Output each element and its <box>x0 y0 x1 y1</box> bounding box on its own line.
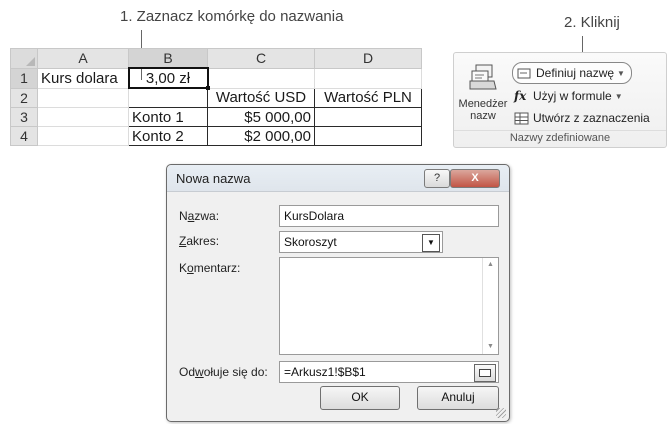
cell-b2[interactable] <box>128 87 208 108</box>
resize-grip-icon[interactable] <box>496 408 506 418</box>
cell-c2[interactable]: Wartość USD <box>207 87 315 108</box>
create-from-selection-label: Utwórz z zaznaczenia <box>533 111 650 125</box>
scope-select[interactable]: Skoroszyt ▼ <box>279 231 443 253</box>
ok-button[interactable]: OK <box>320 386 400 410</box>
cell-d4[interactable] <box>314 126 422 146</box>
collapse-dialog-icon[interactable] <box>474 364 496 382</box>
cell-b1-selected[interactable]: 3,00 zł <box>127 67 211 91</box>
cell-a1[interactable]: Kurs dolara <box>37 67 129 89</box>
scope-value: Skoroszyt <box>284 235 337 249</box>
cell-d1[interactable] <box>314 67 422 89</box>
cell-c1[interactable] <box>207 67 315 89</box>
column-header-d[interactable]: D <box>314 48 422 69</box>
grid-icon <box>514 112 529 124</box>
cell-a3[interactable] <box>37 107 129 127</box>
define-name-button[interactable]: Definiuj nazwę ▼ <box>512 62 632 84</box>
ribbon-group-defined-names: Menedżer nazw Definiuj nazwę ▼ fx Użyj w… <box>453 52 667 148</box>
comment-scrollbar[interactable]: ▲ ▼ <box>482 258 498 354</box>
chevron-down-icon[interactable]: ▼ <box>422 234 440 252</box>
use-in-formula-button[interactable]: fx Użyj w formule ▼ <box>514 87 623 105</box>
define-name-label: Definiuj nazwę <box>536 66 615 80</box>
cell-d3[interactable] <box>314 107 422 127</box>
scroll-up-icon[interactable]: ▲ <box>483 258 498 272</box>
cell-c3[interactable]: $5 000,00 <box>207 107 315 127</box>
ribbon-group-label: Nazwy zdefiniowane <box>454 130 666 147</box>
row-header-2[interactable]: 2 <box>10 87 38 108</box>
select-all-corner[interactable] <box>10 48 38 69</box>
refers-to-input[interactable]: =Arkusz1!$B$1 <box>279 361 499 383</box>
callout-step1: 1. Zaznacz komórkę do nazwania <box>120 8 344 25</box>
column-header-a[interactable]: A <box>37 48 129 69</box>
scope-label: Zakres: <box>179 234 220 248</box>
row-header-1[interactable]: 1 <box>10 67 38 89</box>
new-name-dialog: Nowa nazwa ? X Nazwa: KursDolara Zakres:… <box>166 164 510 422</box>
cell-a2[interactable] <box>37 87 129 108</box>
formula-icon: fx <box>514 88 527 103</box>
column-header-b[interactable]: B <box>128 48 208 69</box>
cell-d2[interactable]: Wartość PLN <box>314 87 422 108</box>
name-input[interactable]: KursDolara <box>279 205 499 227</box>
chevron-down-icon: ▼ <box>614 91 623 101</box>
cell-c4[interactable]: $2 000,00 <box>207 126 315 146</box>
scroll-down-icon[interactable]: ▼ <box>483 340 498 354</box>
comment-label: Komentarz: <box>179 261 241 275</box>
name-manager-label: Menedżer nazw <box>458 98 508 122</box>
spreadsheet: A B C D 1 Kurs dolara 3,00 zł 2 Wartość … <box>10 48 422 146</box>
refers-to-label: Odwołuje się do: <box>179 365 268 379</box>
cell-a4[interactable] <box>37 126 129 146</box>
help-button[interactable]: ? <box>424 169 450 188</box>
refers-to-value: =Arkusz1!$B$1 <box>284 365 366 379</box>
create-from-selection-button[interactable]: Utwórz z zaznaczenia <box>514 109 650 127</box>
define-name-icon <box>517 68 531 78</box>
cell-b4[interactable]: Konto 2 <box>128 126 208 146</box>
callout-step2: 2. Kliknij <box>564 14 620 31</box>
name-label: Nazwa: <box>179 209 220 223</box>
name-manager-icon <box>469 64 497 90</box>
cancel-button[interactable]: Anuluj <box>417 386 499 410</box>
dialog-title: Nowa nazwa <box>176 171 251 186</box>
column-header-c[interactable]: C <box>207 48 315 69</box>
dialog-titlebar[interactable]: Nowa nazwa ? X <box>167 165 509 192</box>
name-manager-button[interactable]: Menedżer nazw <box>458 57 508 129</box>
chevron-down-icon: ▼ <box>617 68 625 78</box>
row-header-3[interactable]: 3 <box>10 107 38 127</box>
row-header-4[interactable]: 4 <box>10 126 38 146</box>
close-button[interactable]: X <box>450 169 500 188</box>
cell-b3[interactable]: Konto 1 <box>128 107 208 127</box>
use-in-formula-label: Użyj w formule <box>533 89 612 103</box>
comment-textarea[interactable]: ▲ ▼ <box>279 257 499 355</box>
